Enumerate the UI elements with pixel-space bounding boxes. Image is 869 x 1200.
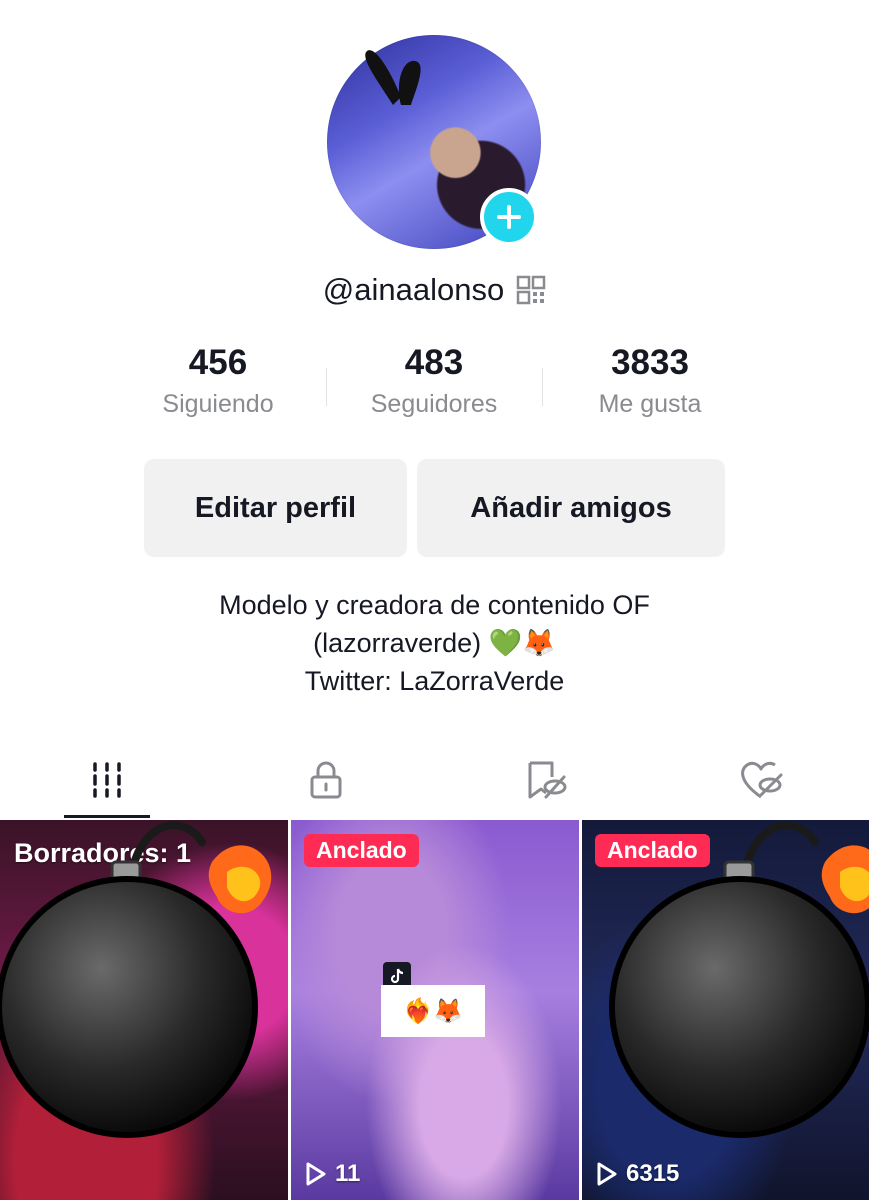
add-avatar-button[interactable] (480, 188, 538, 246)
edit-profile-button[interactable]: Editar perfil (144, 459, 407, 557)
video-grid: Borradores: 1 Anclado ❤️‍🔥🦊 11 Anclado (0, 820, 869, 1200)
liked-hidden-icon (741, 761, 783, 799)
stat-following[interactable]: 456 Siguiendo (110, 340, 326, 419)
bio-line: (lazorraverde) 💚🦊 (313, 628, 556, 658)
tab-liked[interactable] (731, 750, 791, 810)
stat-label: Seguidores (370, 390, 498, 418)
saved-hidden-icon (528, 761, 567, 799)
plus-icon (497, 205, 521, 229)
play-icon (306, 1162, 326, 1186)
play-icon (597, 1162, 617, 1186)
stat-likes[interactable]: 3833 Me gusta (542, 340, 758, 419)
bomb-sticker-icon (609, 821, 869, 1138)
profile-stats: 456 Siguiendo 483 Seguidores 3833 Me gus… (0, 340, 869, 430)
pinned-badge: Anclado (304, 834, 419, 867)
view-count: 6315 (596, 1160, 679, 1188)
view-count-value: 11 (335, 1160, 361, 1187)
qr-code-icon[interactable] (516, 275, 546, 305)
profile-bio: Modelo y creadora de contenido OF (lazor… (0, 586, 869, 700)
stat-followers[interactable]: 483 Seguidores (326, 340, 542, 419)
video-thumbnail-pinned[interactable]: Anclado 6315 (582, 820, 869, 1200)
stat-label: Me gusta (598, 390, 702, 418)
bio-line: Modelo y creadora de contenido OF (219, 590, 650, 620)
stat-value: 483 (404, 343, 464, 382)
emoji-sticker: ❤️‍🔥🦊 (381, 985, 485, 1037)
active-tab-indicator (64, 815, 150, 818)
video-thumbnail-drafts[interactable]: Borradores: 1 (0, 820, 288, 1200)
stat-value: 3833 (611, 343, 689, 382)
tab-videos[interactable] (77, 750, 137, 810)
profile-avatar-container[interactable] (327, 35, 541, 249)
add-friends-button[interactable]: Añadir amigos (417, 459, 725, 557)
lock-icon (310, 761, 342, 799)
username-row: @ainaalonso (0, 272, 869, 308)
videos-grid-icon (93, 762, 121, 798)
bunny-ears-decoration (365, 50, 421, 105)
view-count: 11 (305, 1160, 360, 1188)
username: @ainaalonso (322, 272, 505, 307)
bio-line: Twitter: LaZorraVerde (304, 666, 565, 696)
stat-label: Siguiendo (162, 390, 274, 418)
profile-tabs (0, 740, 869, 820)
tab-saved[interactable] (515, 750, 575, 810)
video-thumbnail-pinned[interactable]: Anclado ❤️‍🔥🦊 11 (291, 820, 579, 1200)
bomb-sticker-icon (0, 821, 272, 1138)
tab-private[interactable] (296, 750, 356, 810)
stat-value: 456 (188, 343, 248, 382)
view-count-value: 6315 (626, 1160, 680, 1187)
